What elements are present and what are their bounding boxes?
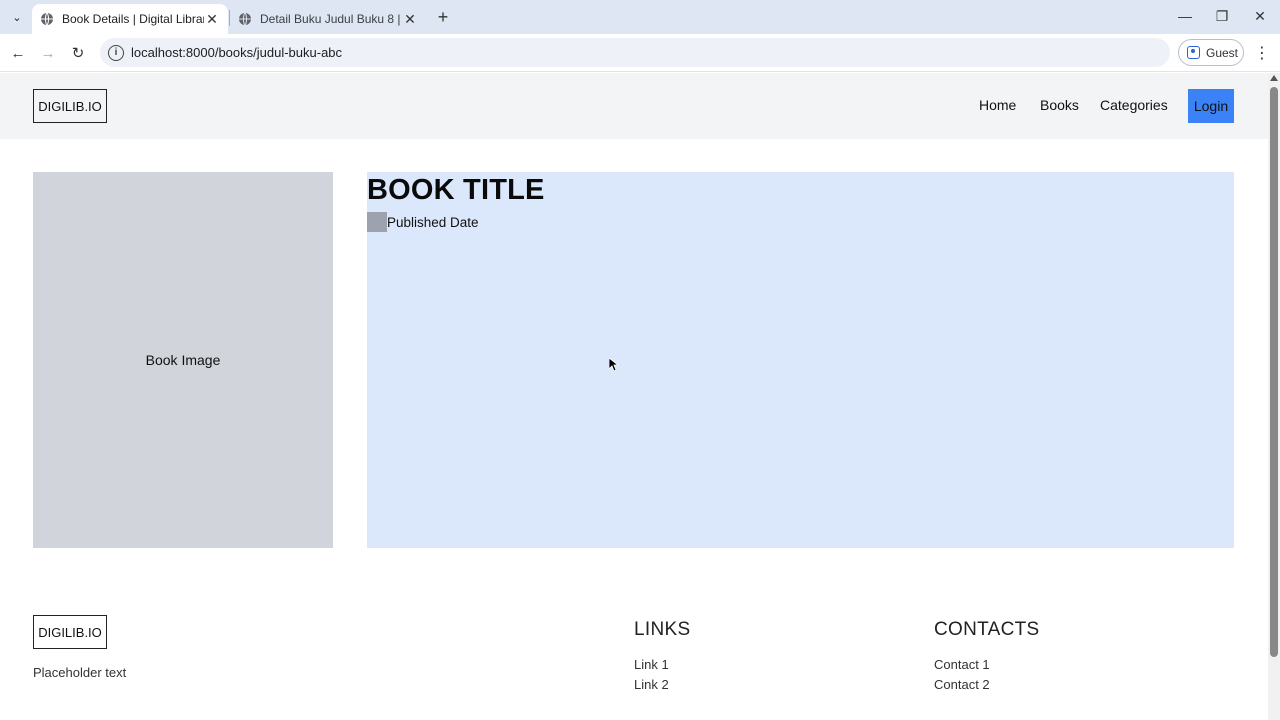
plus-icon: + xyxy=(437,6,449,27)
footer-description: Placeholder text xyxy=(33,665,127,680)
new-tab-button[interactable]: + xyxy=(432,6,454,28)
minimize-icon: — xyxy=(1178,8,1192,24)
reload-icon: ↻ xyxy=(71,45,85,62)
footer-link-2[interactable]: Link 2 xyxy=(634,677,669,692)
chevron-down-icon: ⌄ xyxy=(12,11,22,24)
page-content: DIGILIB.IO Home Books Categories Login B… xyxy=(0,73,1268,720)
profile-label: Guest xyxy=(1206,45,1239,60)
tab-book-details[interactable]: Book Details | Digital Library ✕ xyxy=(32,4,228,34)
nav-books-link[interactable]: Books xyxy=(1040,97,1079,113)
site-header: DIGILIB.IO Home Books Categories Login xyxy=(0,73,1268,139)
book-image-placeholder: Book Image xyxy=(33,172,333,548)
nav-categories-link[interactable]: Categories xyxy=(1100,97,1168,113)
arrow-right-icon: → xyxy=(40,44,56,62)
browser-toolbar: ← → ↻ i localhost:8000/books/judul-buku-… xyxy=(0,34,1280,72)
footer-logo[interactable]: DIGILIB.IO xyxy=(33,615,107,649)
forward-button[interactable]: → xyxy=(36,41,60,65)
footer-contact-1[interactable]: Contact 1 xyxy=(934,657,990,672)
tab-title: Detail Buku Judul Buku 8 | DIGILIB.IO xyxy=(260,12,402,26)
profile-button[interactable]: Guest xyxy=(1178,39,1244,66)
minimize-button[interactable]: — xyxy=(1170,4,1200,28)
browser-menu-button[interactable]: ⋮ xyxy=(1252,41,1272,65)
kebab-icon: ⋮ xyxy=(1254,45,1270,62)
page-scrollbar[interactable] xyxy=(1268,73,1280,720)
close-icon[interactable]: ✕ xyxy=(204,11,220,28)
scroll-up-arrow-icon[interactable] xyxy=(1270,75,1278,81)
book-title: BOOK TITLE xyxy=(367,174,545,206)
book-info-panel: BOOK TITLE Published Date xyxy=(367,172,1234,548)
browser-tab-bar: ⌄ Book Details | Digital Library ✕ Detai… xyxy=(0,0,1280,34)
tab-search-button[interactable]: ⌄ xyxy=(6,6,28,28)
back-button[interactable]: ← xyxy=(6,41,30,65)
close-icon: ✕ xyxy=(1254,7,1266,24)
globe-icon xyxy=(239,12,251,26)
mouse-cursor-icon xyxy=(609,358,619,372)
reload-button[interactable]: ↻ xyxy=(66,41,90,65)
published-date-row: Published Date xyxy=(367,212,479,232)
tab-detail-buku[interactable]: Detail Buku Judul Buku 8 | DIGILIB.IO ✕ xyxy=(230,4,426,34)
tab-title: Book Details | Digital Library xyxy=(62,12,204,26)
footer-contacts-heading: CONTACTS xyxy=(934,619,1040,640)
restore-icon: ❐ xyxy=(1215,7,1229,24)
close-window-button[interactable]: ✕ xyxy=(1245,4,1275,28)
address-bar[interactable]: i localhost:8000/books/judul-buku-abc xyxy=(100,38,1170,67)
site-logo[interactable]: DIGILIB.IO xyxy=(33,89,107,123)
nav-home-link[interactable]: Home xyxy=(979,97,1016,113)
arrow-left-icon: ← xyxy=(10,44,26,62)
published-date-label: Published Date xyxy=(387,214,479,230)
book-image-label: Book Image xyxy=(145,352,221,368)
footer-contact-2[interactable]: Contact 2 xyxy=(934,677,990,692)
login-button[interactable]: Login xyxy=(1188,89,1234,123)
calendar-icon xyxy=(367,212,387,232)
scrollbar-thumb[interactable] xyxy=(1270,87,1278,657)
close-icon[interactable]: ✕ xyxy=(402,11,418,28)
footer-link-1[interactable]: Link 1 xyxy=(634,657,669,672)
globe-icon xyxy=(41,12,53,26)
profile-icon xyxy=(1187,46,1200,59)
footer-links-heading: LINKS xyxy=(634,619,691,640)
url-text: localhost:8000/books/judul-buku-abc xyxy=(131,45,343,60)
info-icon[interactable]: i xyxy=(108,44,124,61)
restore-button[interactable]: ❐ xyxy=(1207,4,1237,28)
